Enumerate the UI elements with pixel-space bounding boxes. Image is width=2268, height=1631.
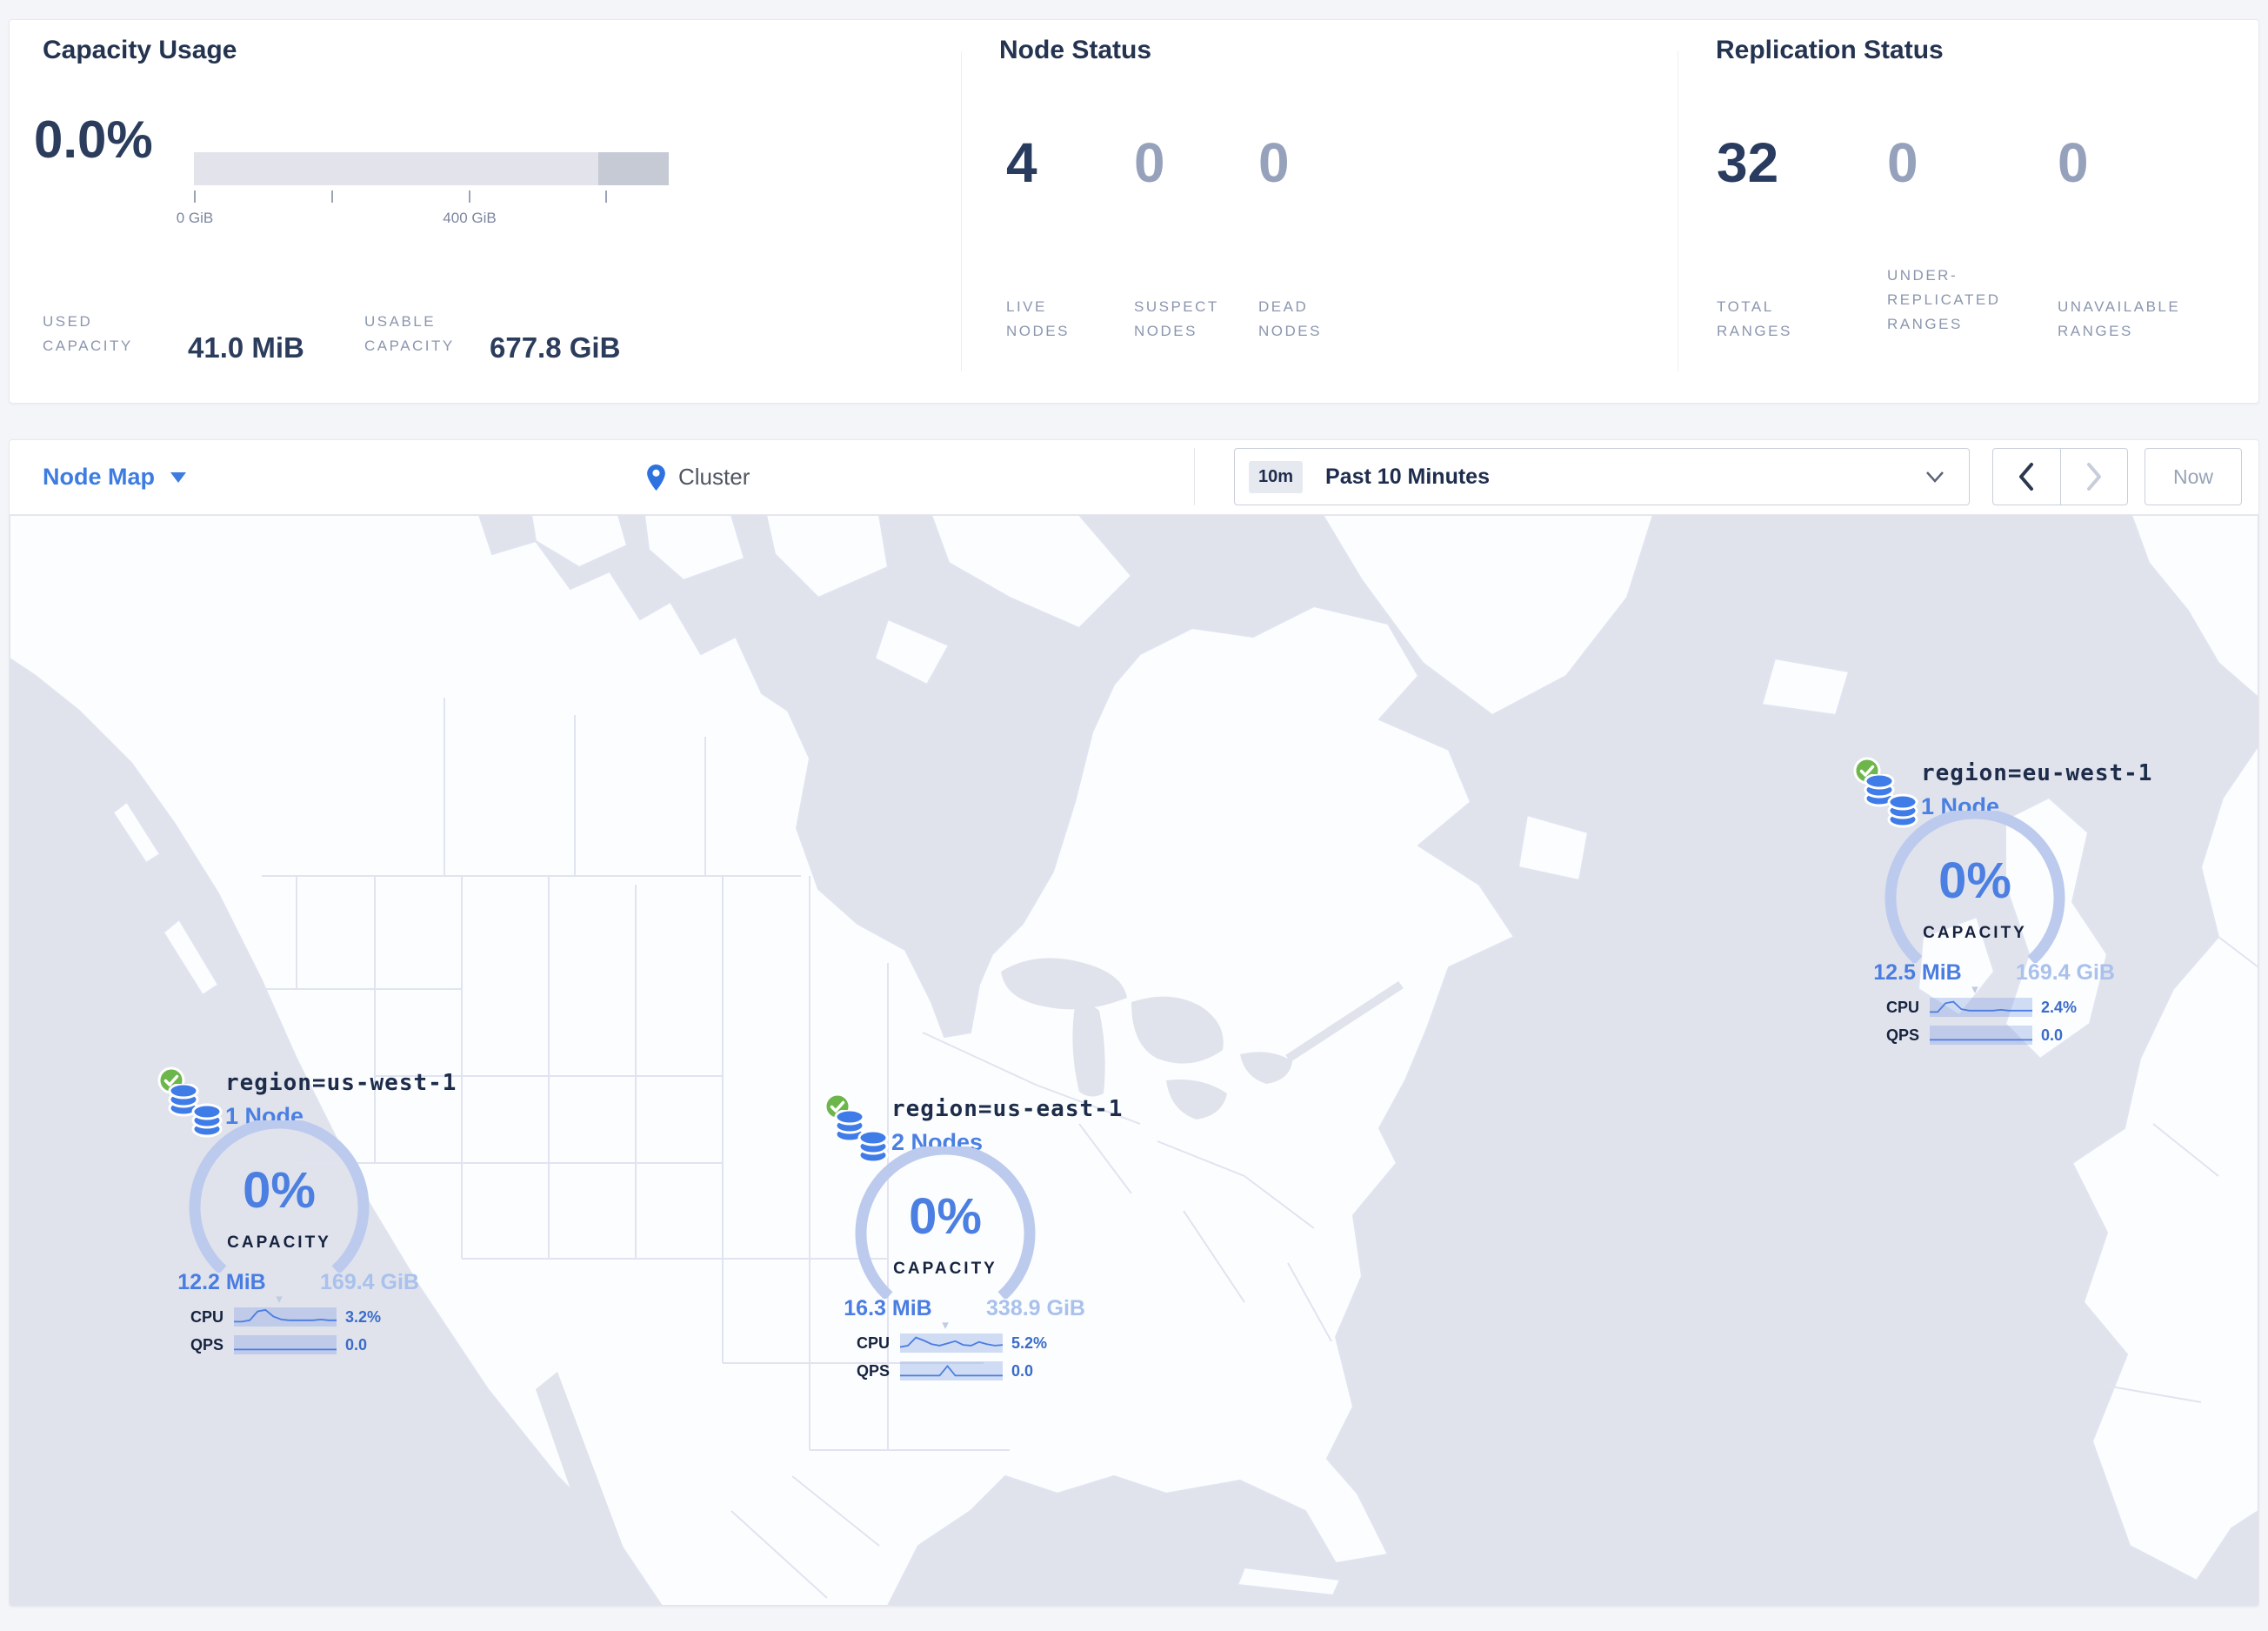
under-replicated-ranges-label: UNDER- REPLICATED RANGES — [1887, 267, 2001, 333]
qps-label: QPS — [1885, 1026, 1919, 1044]
suspect-nodes-label: SUSPECT NODES — [1134, 298, 1219, 340]
qps-label: QPS — [190, 1336, 223, 1354]
used-capacity-label: USED CAPACITY — [43, 313, 133, 355]
qps-value: 0.0 — [345, 1336, 368, 1354]
cpu-label: CPU — [1885, 999, 1919, 1016]
used-capacity-value: 41.0 MiB — [188, 331, 304, 364]
usable-capacity-value: 677.8 GiB — [490, 331, 621, 364]
now-button-label: Now — [2172, 465, 2213, 488]
expander-chevron-icon: ▾ — [1971, 982, 1978, 997]
node-status-title: Node Status — [999, 36, 1152, 64]
breadcrumb-cluster[interactable]: Cluster — [646, 440, 750, 514]
region-capacity-label: CAPACITY — [1923, 924, 2027, 942]
cpu-label: CPU — [190, 1308, 223, 1326]
capacity-percent: 0.0% — [34, 110, 153, 169]
region-usable-capacity: 169.4 GiB — [320, 1270, 419, 1294]
region-usable-capacity: 338.9 GiB — [986, 1296, 1085, 1320]
map-toolbar: Node Map Cluster 10m Past 10 Minutes Now — [10, 440, 2258, 515]
world-map-area: region=us-west-1 1 Node 0% CAPACITY 12.2… — [10, 515, 2258, 1606]
section-divider — [961, 51, 962, 371]
qps-sparkline — [900, 1361, 1003, 1380]
cpu-sparkline — [899, 1334, 1004, 1353]
time-next-button[interactable] — [2059, 449, 2128, 505]
region-title: region=eu-west-1 — [1921, 760, 2153, 786]
expander-chevron-icon: ▾ — [276, 1292, 283, 1307]
cpu-value: 3.2% — [345, 1308, 382, 1326]
dead-nodes-label: DEAD NODES — [1258, 298, 1322, 340]
capacity-axis-tick-400: 400 GiB — [443, 210, 497, 226]
total-ranges-count: 32 — [1717, 131, 1779, 194]
region-capacity-percent: 0% — [909, 1188, 982, 1245]
cpu-sparkline — [234, 1307, 337, 1327]
region-marker-us-west-1[interactable]: region=us-west-1 1 Node 0% CAPACITY 12.2… — [157, 1066, 456, 1367]
cpu-label: CPU — [856, 1334, 890, 1352]
region-capacity-label: CAPACITY — [227, 1233, 331, 1252]
now-button[interactable]: Now — [2145, 448, 2242, 505]
replication-status-title: Replication Status — [1716, 36, 1944, 64]
chevron-right-icon — [2086, 463, 2101, 491]
region-used-capacity: 16.3 MiB — [844, 1296, 932, 1320]
capacity-axis-tick-0: 0 GiB — [176, 210, 214, 226]
map-pin-icon — [646, 464, 666, 491]
region-marker-us-east-1[interactable]: region=us-east-1 2 Nodes 0% CAPACITY 16.… — [824, 1093, 1122, 1393]
region-title: region=us-east-1 — [891, 1096, 1124, 1122]
region-usable-capacity: 169.4 GiB — [2016, 960, 2115, 985]
time-range-label: Past 10 Minutes — [1325, 464, 1490, 489]
dropdown-triangle-icon — [170, 471, 187, 483]
region-capacity-label: CAPACITY — [893, 1260, 997, 1278]
qps-sparkline — [234, 1335, 337, 1354]
time-prev-button[interactable] — [1993, 449, 2060, 505]
cpu-value: 5.2% — [1011, 1334, 1048, 1352]
under-replicated-ranges-count: 0 — [1887, 131, 1918, 194]
region-marker-eu-west-1[interactable]: region=eu-west-1 1 Node 0% CAPACITY 12.5… — [1853, 757, 2153, 1057]
region-title: region=us-west-1 — [225, 1070, 457, 1096]
usable-capacity-label: USABLE CAPACITY — [364, 313, 455, 355]
world-map — [10, 515, 2258, 1606]
expander-chevron-icon: ▾ — [942, 1318, 949, 1333]
time-pager — [1992, 448, 2128, 505]
time-range-badge: 10m — [1249, 460, 1304, 493]
cluster-overview-panel: Capacity Usage 0.0% 0 GiB 400 GiB USED C… — [9, 19, 2259, 404]
cpu-sparkline — [1930, 998, 2032, 1017]
live-nodes-label: LIVE NODES — [1006, 298, 1070, 340]
breadcrumb-label: Cluster — [678, 464, 750, 490]
chevron-down-icon — [1926, 471, 1944, 483]
region-used-capacity: 12.2 MiB — [177, 1270, 266, 1294]
qps-value: 0.0 — [2041, 1026, 2064, 1044]
unavailable-ranges-label: UNAVAILABLE RANGES — [2058, 298, 2181, 340]
cpu-value: 2.4% — [2041, 999, 2078, 1016]
live-nodes-count: 4 — [1006, 131, 1037, 194]
toolbar-divider — [1194, 448, 1195, 505]
time-range-selector[interactable]: 10m Past 10 Minutes — [1234, 448, 1970, 505]
view-selector-label: Node Map — [43, 464, 156, 490]
region-capacity-percent: 0% — [1938, 852, 2011, 909]
capacity-usage-title: Capacity Usage — [43, 36, 237, 64]
qps-sparkline — [1930, 1026, 2032, 1045]
suspect-nodes-count: 0 — [1134, 131, 1165, 194]
chevron-left-icon — [2019, 463, 2034, 491]
region-capacity-percent: 0% — [243, 1162, 316, 1219]
capacity-bar — [194, 152, 669, 185]
capacity-bar-reserved-segment — [598, 152, 669, 185]
dead-nodes-count: 0 — [1258, 131, 1290, 194]
qps-value: 0.0 — [1011, 1362, 1034, 1380]
total-ranges-label: TOTAL RANGES — [1717, 298, 1792, 340]
region-used-capacity: 12.5 MiB — [1873, 960, 1962, 985]
node-map-panel: Node Map Cluster 10m Past 10 Minutes Now… — [9, 439, 2259, 1607]
qps-label: QPS — [856, 1362, 890, 1380]
view-selector-dropdown[interactable]: Node Map — [43, 440, 187, 514]
unavailable-ranges-count: 0 — [2058, 131, 2089, 194]
